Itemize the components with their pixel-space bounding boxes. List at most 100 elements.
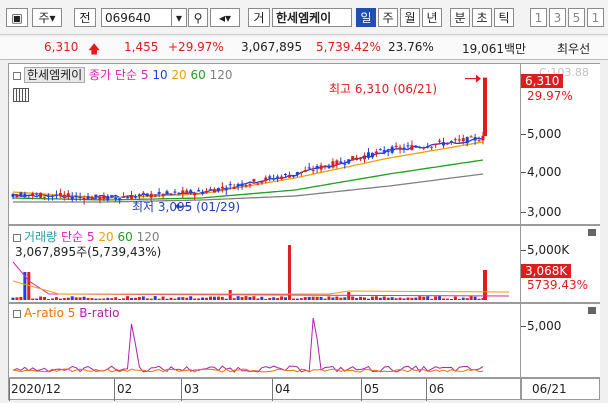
candle-body (240, 183, 244, 187)
volume-bar (394, 298, 398, 300)
candle-body (205, 190, 209, 193)
candle-body (272, 178, 276, 180)
name-tab-button[interactable]: 거 (248, 8, 270, 27)
volume-bar (169, 297, 173, 300)
volume-bar (461, 297, 465, 300)
grid-table-icon[interactable] (13, 88, 29, 102)
code-dropdown-icon[interactable]: ▾ (171, 8, 187, 27)
volume-bar (339, 297, 343, 300)
price-chart (11, 74, 487, 211)
pane-menu-icon[interactable] (588, 229, 596, 236)
volume-bar (177, 297, 181, 300)
period-tick-button[interactable]: 틱 (494, 8, 514, 27)
interval-3-button[interactable]: 3 (549, 8, 566, 27)
axis-label-4000: 4,000 (527, 165, 562, 179)
volume-chart-pane[interactable]: 거래량 단순 5 20 60 120 3,067,895주(5,739,43%) (8, 225, 521, 303)
speaker-icon[interactable]: ◂▾ (210, 8, 240, 27)
date-tick (361, 379, 362, 401)
candle-body (457, 139, 461, 141)
volume-bar (141, 296, 145, 300)
candle-body (398, 147, 402, 150)
axis-label-5000: 5,000 (527, 127, 562, 141)
volume-bar (106, 297, 110, 300)
candle-body (347, 159, 351, 164)
date-tick (181, 379, 182, 401)
volume-bar (473, 296, 477, 300)
window-menu-icon[interactable]: ▣ (6, 8, 28, 27)
interval-10-button[interactable]: 1 (587, 8, 604, 27)
candle-body (102, 195, 106, 200)
volume-ma-line (12, 280, 510, 295)
candle-body (453, 139, 457, 141)
interval-1-button[interactable]: 1 (530, 8, 547, 27)
candle-body (90, 197, 94, 200)
candle-body (114, 197, 118, 200)
date-label: 06 (429, 382, 445, 396)
period-label: 틱 (498, 11, 510, 25)
change-pct-box: 29.97% (527, 89, 573, 103)
volume-bar (291, 298, 295, 300)
volume-bar (268, 297, 272, 300)
axis-tick (521, 134, 526, 135)
search-icon[interactable]: ⚲ (188, 8, 208, 27)
volume-bar (15, 297, 19, 300)
interval-label: 1 (534, 10, 543, 25)
candle-body (363, 155, 367, 160)
candle-body (268, 176, 272, 178)
axis-tick (521, 212, 526, 213)
volume-bar (414, 297, 418, 300)
ratio-chart-pane[interactable]: A-ratio 5 B-ratio (8, 303, 521, 378)
candle-body (70, 196, 74, 200)
axis-label-3000: 3,000 (527, 205, 562, 219)
period-day-button[interactable]: 일 (356, 8, 376, 27)
candle-body (177, 192, 181, 195)
volume-bar (327, 296, 331, 300)
candle-body (351, 156, 355, 161)
candle-body (145, 193, 149, 196)
period-second-button[interactable]: 초 (472, 8, 492, 27)
market-type-label: 주 (38, 11, 50, 25)
candle-body (390, 146, 394, 153)
period-label: 주 (382, 11, 394, 25)
candle-body (193, 193, 197, 196)
volume-bar (453, 296, 457, 300)
candle-body (31, 193, 35, 196)
high-price-label: 최고 6,310 (06/21) (329, 82, 438, 96)
interval-5-button[interactable]: 5 (568, 8, 585, 27)
date-label: 03 (184, 382, 200, 396)
volume-bar (31, 298, 35, 300)
volume-bar (355, 298, 359, 300)
volume-bar (232, 298, 236, 300)
candle-body (161, 193, 165, 196)
volume-bar (102, 298, 106, 300)
candle-body (481, 135, 485, 141)
candle-body (260, 181, 264, 183)
vol-ma20-label: 20 (98, 230, 114, 244)
period-minute-button[interactable]: 분 (450, 8, 470, 27)
period-year-button[interactable]: 년 (422, 8, 442, 27)
volume-pct-box: 5739.43% (527, 278, 589, 292)
axis-tick (521, 172, 526, 173)
candle-body (149, 193, 153, 198)
candle-body (224, 189, 228, 191)
interval-label: 3 (553, 10, 562, 25)
currency-button[interactable]: 전 (74, 8, 96, 27)
price-chart-pane[interactable]: 한세엠케이 종가 단순 5 10 20 60 120 최고 6,310 (06/… (8, 63, 521, 225)
candle-body (315, 166, 319, 169)
volume-bar (449, 298, 453, 300)
pane-menu-icon[interactable] (588, 307, 596, 314)
volume-bar (398, 297, 402, 300)
stock-name-field[interactable]: 한세엠케이 (272, 8, 352, 27)
ma-line-60 (12, 159, 484, 201)
price-change: 1,455 (124, 40, 159, 54)
candle-body (276, 176, 280, 178)
volume-bar (374, 296, 378, 300)
volume-bar (185, 297, 189, 300)
period-week-button[interactable]: 주 (378, 8, 398, 27)
candle-body (185, 190, 189, 194)
candle-body (477, 140, 481, 142)
candle-body (15, 195, 19, 197)
period-month-button[interactable]: 월 (400, 8, 420, 27)
market-type-select[interactable]: 주 ▾ (32, 8, 62, 27)
candle-body (291, 174, 295, 176)
